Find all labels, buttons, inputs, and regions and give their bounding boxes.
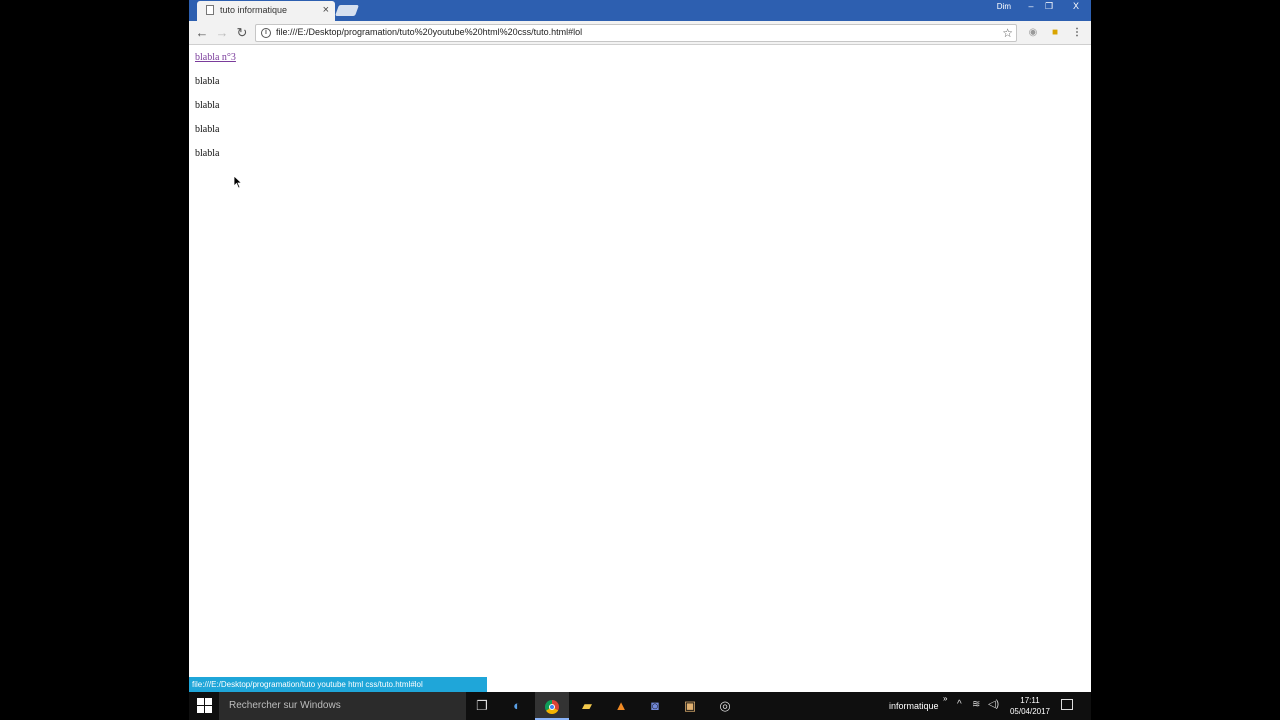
page-viewport: blabla n°3 blabla blabla blabla blabla f…: [189, 45, 1091, 692]
system-clock[interactable]: 17:11 05/04/2017: [1006, 695, 1054, 717]
browser-toolbar: ← → ↻ i file:///E:/Desktop/programation/…: [189, 21, 1091, 45]
clock-date: 05/04/2017: [1009, 707, 1051, 716]
reload-icon[interactable]: ↻: [234, 25, 250, 41]
extension-eye-icon[interactable]: ◉: [1026, 26, 1040, 40]
close-window-button[interactable]: X: [1061, 0, 1091, 14]
status-bubble: file:///E:/Desktop/programation/tuto you…: [189, 677, 487, 692]
forward-arrow-icon[interactable]: →: [214, 25, 230, 41]
chrome-icon[interactable]: [535, 692, 569, 720]
browser-window: tuto informatique × Dim – ❐ X ← → ↻ i fi…: [189, 0, 1091, 692]
page-icon: [206, 5, 214, 15]
page-content: blabla n°3 blabla blabla blabla blabla: [195, 52, 236, 172]
paragraph-2: blabla: [195, 100, 220, 111]
anchor-link[interactable]: blabla n°3: [195, 52, 236, 76]
back-arrow-icon[interactable]: ←: [194, 25, 210, 41]
tray-toolbar-label[interactable]: informatique: [889, 701, 939, 711]
address-bar[interactable]: i file:///E:/Desktop/programation/tuto%2…: [255, 24, 1017, 42]
volume-icon[interactable]: ◁): [988, 699, 999, 710]
kebab-menu-icon[interactable]: ⋮: [1070, 26, 1084, 40]
star-icon[interactable]: ☆: [1002, 25, 1013, 41]
desktop-screen: tuto informatique × Dim – ❐ X ← → ↻ i fi…: [0, 0, 1280, 720]
app-icon[interactable]: ▣: [673, 692, 707, 720]
discord-icon[interactable]: ◙: [638, 692, 672, 720]
extension-folder-icon[interactable]: ■: [1048, 26, 1062, 40]
maximize-button[interactable]: ❐: [1039, 0, 1059, 14]
search-placeholder: Rechercher sur Windows: [229, 700, 341, 711]
paragraph-1: blabla: [195, 76, 220, 87]
tab-close-icon[interactable]: ×: [323, 4, 329, 16]
profile-button[interactable]: Dim: [989, 0, 1019, 14]
taskbar-search-box[interactable]: Rechercher sur Windows: [219, 692, 466, 720]
tab-tuto-informatique[interactable]: tuto informatique ×: [197, 1, 335, 21]
address-url[interactable]: file:///E:/Desktop/programation/tuto%20y…: [276, 27, 582, 37]
paragraph-4: blabla: [195, 148, 220, 159]
windows-taskbar: Rechercher sur Windows ❐ ◐ ▰ ▲ ◙ ▣ ◎ inf…: [189, 692, 1091, 720]
new-tab-button[interactable]: [334, 5, 360, 16]
paragraph-3: blabla: [195, 124, 220, 135]
obs-icon[interactable]: ◎: [708, 692, 742, 720]
clock-time: 17:11: [1020, 696, 1040, 705]
tray-toolbar-expand-icon[interactable]: »: [943, 694, 947, 703]
minimize-button[interactable]: –: [1021, 0, 1041, 14]
info-icon[interactable]: i: [261, 28, 271, 38]
action-center-icon[interactable]: [1061, 699, 1073, 710]
mouse-pointer-icon: [233, 175, 243, 189]
task-view-icon[interactable]: ❐: [465, 692, 499, 720]
network-icon[interactable]: ≋: [972, 699, 980, 710]
vlc-icon[interactable]: ▲: [604, 692, 638, 720]
steam-icon[interactable]: ◐: [500, 692, 534, 720]
windows-start-button[interactable]: [197, 698, 213, 714]
title-bar: tuto informatique × Dim – ❐ X: [189, 0, 1091, 21]
show-hidden-icons-icon[interactable]: ^: [957, 699, 962, 710]
tab-title: tuto informatique: [220, 5, 288, 15]
file-explorer-icon[interactable]: ▰: [570, 692, 604, 720]
